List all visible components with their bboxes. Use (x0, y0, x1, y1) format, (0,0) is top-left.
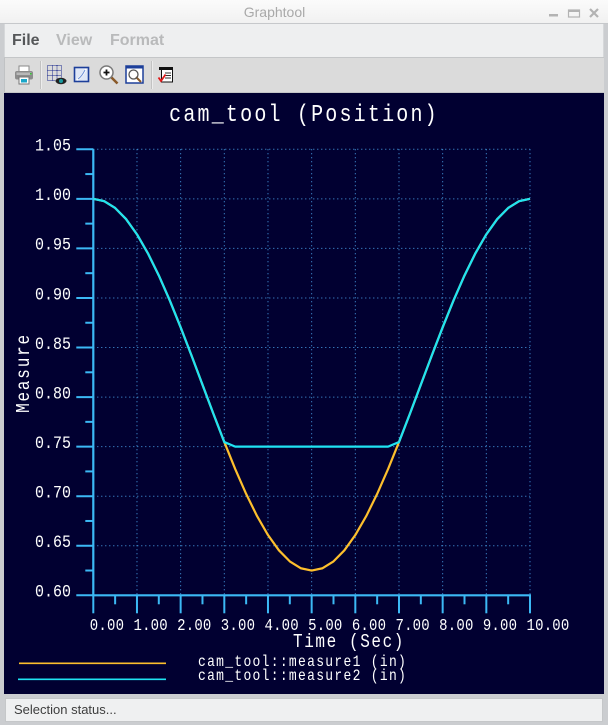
zoom-in-button[interactable] (97, 64, 121, 86)
format-page-icon (73, 66, 90, 83)
legend-check-icon (157, 67, 173, 83)
chart: 0.60 0.65 0.70 0.75 0.80 0.85 0.90 0.95 1.00 1.05… (14, 101, 570, 685)
x-tick-label: 1.00 (133, 616, 167, 636)
x-tick-label: 2.00 (177, 616, 211, 636)
toolbar-separator (40, 61, 42, 89)
status-text: Selection status... (14, 702, 117, 717)
x-tick-label: 8.00 (439, 616, 473, 636)
y-tick-label: 0.75 (35, 433, 71, 454)
series-line-measure1 (93, 197, 531, 572)
close-button[interactable] (587, 6, 601, 20)
minimize-button[interactable] (547, 6, 561, 20)
maximize-button[interactable] (567, 6, 581, 20)
y-tick-label: 1.05 (35, 135, 71, 156)
menu-format[interactable]: Format (110, 32, 164, 50)
title-bar: Graphtool (0, 0, 608, 24)
zoom-window-icon (125, 65, 144, 84)
grid-visibility-button[interactable] (45, 64, 69, 86)
menu-bar: File View Format (4, 24, 604, 57)
toolbar-separator (151, 61, 153, 89)
legend-label-measure2: cam_tool::measure2 (in) (198, 668, 407, 685)
status-bar: Selection status... (5, 698, 603, 722)
x-tick-label: 10.00 (527, 616, 570, 636)
chart-title: cam_tool (Position) (169, 101, 439, 128)
x-axis-label: Time (Sec) (293, 632, 405, 654)
y-tick-label: 0.90 (35, 284, 71, 305)
grid (93, 148, 531, 596)
x-tick-label: 0.00 (90, 616, 124, 636)
x-tick-label: 9.00 (483, 616, 517, 636)
window-title: Graphtool (243, 4, 306, 20)
grid-visibility-icon (47, 65, 67, 85)
y-tick-label: 0.65 (35, 532, 71, 553)
y-tick-label: 1.00 (35, 185, 71, 206)
zoom-window-button[interactable] (123, 64, 147, 86)
axes (76, 148, 531, 614)
tick-labels: 0.60 0.65 0.70 0.75 0.80 0.85 0.90 0.95 1.00 1.05… (35, 135, 569, 635)
y-tick-label: 0.85 (35, 334, 71, 355)
y-tick-label: 0.70 (35, 482, 71, 503)
y-tick-label: 0.95 (35, 235, 71, 256)
series-group (93, 197, 531, 572)
x-tick-label: 3.00 (221, 616, 255, 636)
minimize-icon (549, 14, 558, 17)
y-tick-label: 0.80 (35, 383, 71, 404)
close-icon (589, 8, 599, 18)
y-axis-label: Measure (14, 333, 36, 413)
zoom-in-icon (99, 65, 119, 85)
print-button[interactable] (12, 64, 36, 86)
menu-file[interactable]: File (12, 32, 40, 50)
format-page-button[interactable] (70, 64, 94, 86)
maximize-icon (567, 9, 581, 18)
toolbar (4, 57, 604, 93)
chart-panel: 0.60 0.65 0.70 0.75 0.80 0.85 0.90 0.95 1.00 1.05… (4, 93, 604, 694)
print-icon (15, 65, 33, 85)
legend: cam_tool::measure1 (in) cam_tool::measur… (18, 654, 407, 685)
menu-view[interactable]: View (56, 32, 92, 50)
legend-check-button[interactable] (154, 64, 178, 86)
y-tick-label: 0.60 (35, 581, 71, 602)
